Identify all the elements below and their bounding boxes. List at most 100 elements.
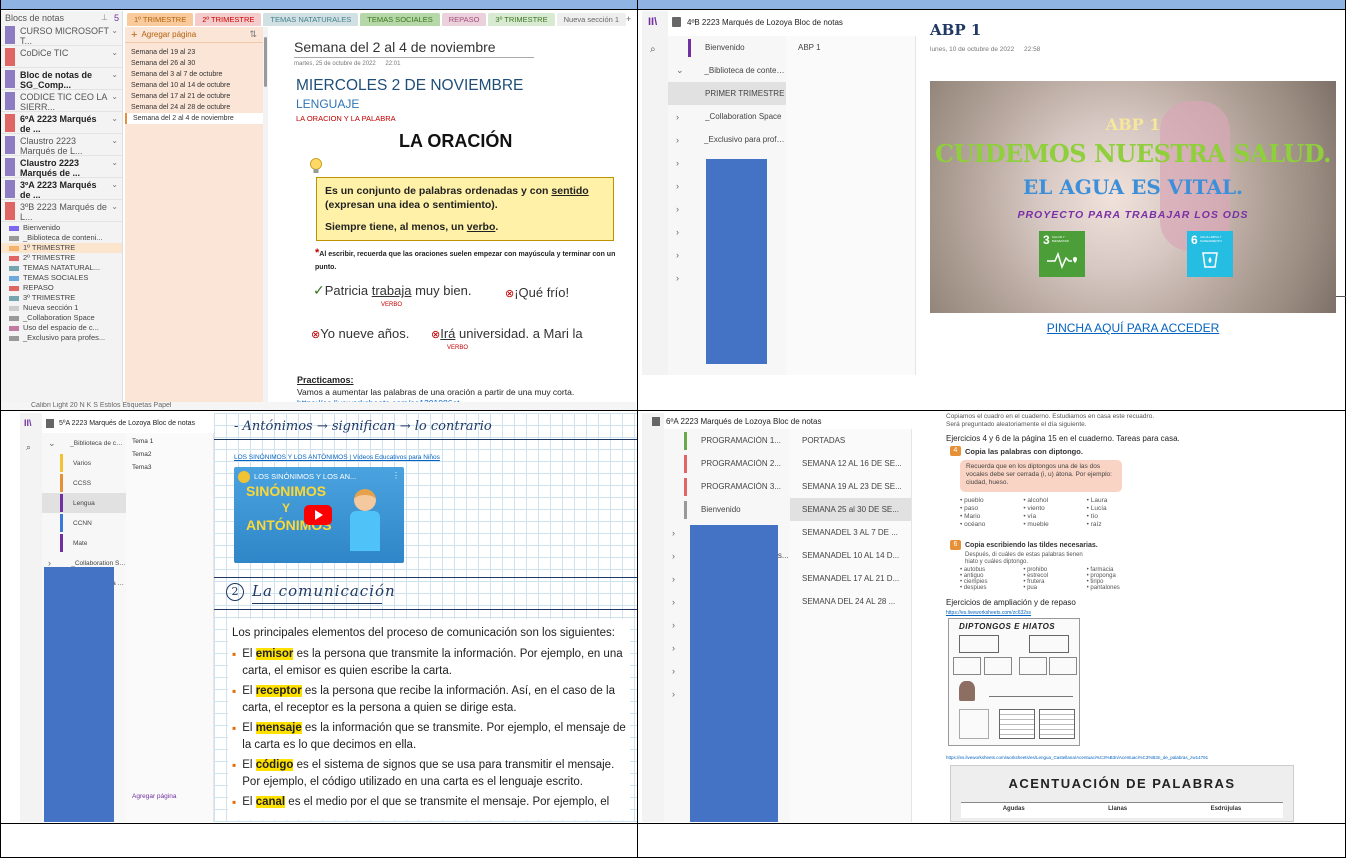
chevron-right-icon[interactable]: › [676,250,688,260]
notebooks-icon[interactable]: II\ [24,418,42,428]
notebook-header[interactable]: 5ºA 2223 Marqués de Lozoya Bloc de notas [46,419,195,428]
page-item[interactable]: SEMANADEL 10 AL 14 D... [790,544,911,567]
notebook-header[interactable]: 6ºA 2223 Marqués de Lozoya Bloc de notas [652,417,821,426]
chevron-right-icon[interactable]: › [672,574,684,584]
page-item[interactable]: PORTADAS [790,429,911,452]
chevron-right-icon[interactable]: › [676,204,688,214]
notebook-item[interactable]: Claustro 2223 Marqués de L... ⌄ [1,134,122,156]
page-item[interactable]: ABP 1 [786,36,915,59]
page-item[interactable]: Semana del 19 al 23 [125,47,263,58]
section-item[interactable]: Lengua [42,493,126,513]
section-item[interactable]: Bienvenido [1,223,122,233]
notebook-item[interactable]: CoDiCe TIC ⌄ [1,46,122,68]
chevron-right-icon[interactable]: › [672,620,684,630]
section-item[interactable]: 1º TRIMESTRE [1,243,122,253]
section-item[interactable]: PROGRAMACIÓN 1... [664,429,790,452]
section-tab[interactable]: 3º TRIMESTRE [488,13,555,26]
section-item[interactable]: Uso del espacio de c... [1,323,122,333]
section-item[interactable]: CCNN [42,513,126,533]
chevron-down-icon[interactable]: ⌄ [111,92,118,101]
more-icon[interactable]: ⋮ [392,471,400,480]
section-item[interactable]: TEMAS NATATURAL... [1,263,122,273]
chevron-down-icon[interactable]: ⌄ [111,48,118,57]
section-item[interactable]: TEMAS SOCIALES [1,273,122,283]
chevron-right-icon[interactable]: › [672,689,684,699]
section-item[interactable]: _Exclusivo para profes... [1,333,122,343]
add-page-button[interactable]: Agregar página [132,793,176,800]
page-item[interactable]: Tema2 [126,449,213,462]
page-item[interactable]: Semana del 26 al 30 [125,58,263,69]
diptongos-worksheet-image[interactable]: DIPTONGOS E HIATOS [948,618,1080,746]
section-tab[interactable]: REPASO [441,13,487,26]
worksheet-link-1[interactable]: https://es.liveworksheets.com/zc632ss [946,610,1031,616]
section-tab[interactable]: 2º TRIMESTRE [195,13,262,26]
section-tab[interactable]: 1º TRIMESTRE [127,13,194,26]
sync-icon[interactable]: 5 [114,13,119,23]
section-item[interactable]: 2º TRIMESTRE [1,253,122,263]
chevron-right-icon[interactable]: › [676,227,688,237]
section-item[interactable]: PRIMER TRIMESTRE [668,82,786,105]
page-list-scrollbar[interactable] [263,27,268,410]
page-title[interactable]: Semana del 2 al 4 de noviembre [294,39,534,58]
page-item[interactable]: Semana del 3 al 7 de octubre [125,69,263,80]
notebook-header[interactable]: 4ºB 2223 Marqués de Lozoya Bloc de notas [672,17,843,27]
section-item[interactable]: PROGRAMACIÓN 2... [664,452,790,475]
chevron-right-icon[interactable]: › [672,597,684,607]
chevron-right-icon[interactable]: › [672,666,684,676]
access-link[interactable]: PINCHA AQUÍ PARA ACCEDER [916,321,1346,335]
format-toolbar[interactable]: Calibri Light 20 N K S Estilos Etiquetas… [1,402,636,410]
pin-icon[interactable]: ⊥ [101,13,108,22]
search-icon[interactable]: ⌕ [26,442,42,453]
chevron-down-icon[interactable]: ⌄ [111,158,118,167]
chevron-down-icon[interactable]: ⌄ [111,114,118,123]
chevron-down-icon[interactable]: ⌄ [111,136,118,145]
section-item[interactable]: Mate [42,533,126,553]
section-item[interactable]: PROGRAMACIÓN 3... [664,475,790,498]
chevron-right-icon[interactable]: › [676,273,688,283]
section-item[interactable]: Nueva sección 1 [1,303,122,313]
add-page-button[interactable]: Agregar página [141,30,249,39]
chevron-right-icon[interactable]: › [672,528,684,538]
chevron-down-icon[interactable]: ⌄ [48,438,58,449]
search-icon[interactable]: ⌕ [650,44,668,55]
notebooks-icon[interactable]: II\ [648,16,668,28]
add-section-icon[interactable]: + [626,14,631,24]
section-item[interactable]: 3º TRIMESTRE [1,293,122,303]
video-link[interactable]: LOS SINÓNIMOS Y LOS ANTÓNIMOS | Vídeos E… [234,454,440,461]
notebook-item[interactable]: 6ºA 2223 Marqués de ... ⌄ [1,112,122,134]
section-item[interactable]: REPASO [1,283,122,293]
chevron-right-icon[interactable]: › [676,158,688,168]
page-item[interactable]: Semana del 2 al 4 de noviembre [125,113,263,124]
page-item[interactable]: SEMANA 25 al 30 DE SE... [790,498,911,521]
section-tab[interactable]: TEMAS SOCIALES [360,13,440,26]
page-item[interactable]: Semana del 10 al 14 de octubre [125,80,263,91]
chevron-right-icon[interactable]: › [676,181,688,191]
section-item[interactable]: Bienvenido [668,36,786,59]
section-tab[interactable]: Nueva sección 1 [556,13,627,26]
play-button-icon[interactable] [304,505,332,525]
section-item[interactable]: _Biblioteca de conteni... [1,233,122,243]
notebook-item[interactable]: CODICE TIC CEO LA SIERR... ⌄ [1,90,122,112]
page-item[interactable]: SEMANADEL 3 AL 7 DE ... [790,521,911,544]
page-title[interactable]: ABP 1 [930,21,981,39]
notebook-item[interactable]: Bloc de notas de SG_Comp... ⌄ [1,68,122,90]
section-item[interactable]: › _Exclusivo para profes... [668,128,786,151]
acentuacion-worksheet-image[interactable]: ACENTUACIÓN DE PALABRAS Agudas Llanas Esdr… [950,765,1294,822]
chevron-right-icon[interactable]: › [676,112,688,122]
chevron-down-icon[interactable]: ⌄ [111,202,118,211]
worksheet-link-2[interactable]: https://es.liveworksheets.com/worksheets… [946,755,1344,760]
page-item[interactable]: Tema 1 [126,436,213,449]
section-item[interactable]: CCSS [42,473,126,493]
section-item[interactable]: Varios [42,453,126,473]
section-tab[interactable]: TEMAS NATATURALES [263,13,359,26]
notebook-item[interactable]: Claustro 2223 Marqués de ... ⌄ [1,156,122,178]
section-item[interactable]: Bienvenido [664,498,790,521]
notebook-item[interactable]: 3ºA 2223 Marqués de ... ⌄ [1,178,122,200]
section-item[interactable]: › _Collaboration Space [668,105,786,128]
chevron-right-icon[interactable]: › [672,551,684,561]
page-item[interactable]: SEMANA DEL 24 AL 28 ... [790,590,911,613]
page-item[interactable]: SEMANADEL 17 AL 21 D... [790,567,911,590]
video-thumbnail[interactable]: LOS SINÓNIMOS Y LOS AN... ⋮ SINÓNIMOS Y … [234,467,404,563]
page-item[interactable]: Semana del 17 al 21 de octubre [125,91,263,102]
notebook-item[interactable]: CURSO MICROSOFT T... ⌄ [1,24,122,46]
